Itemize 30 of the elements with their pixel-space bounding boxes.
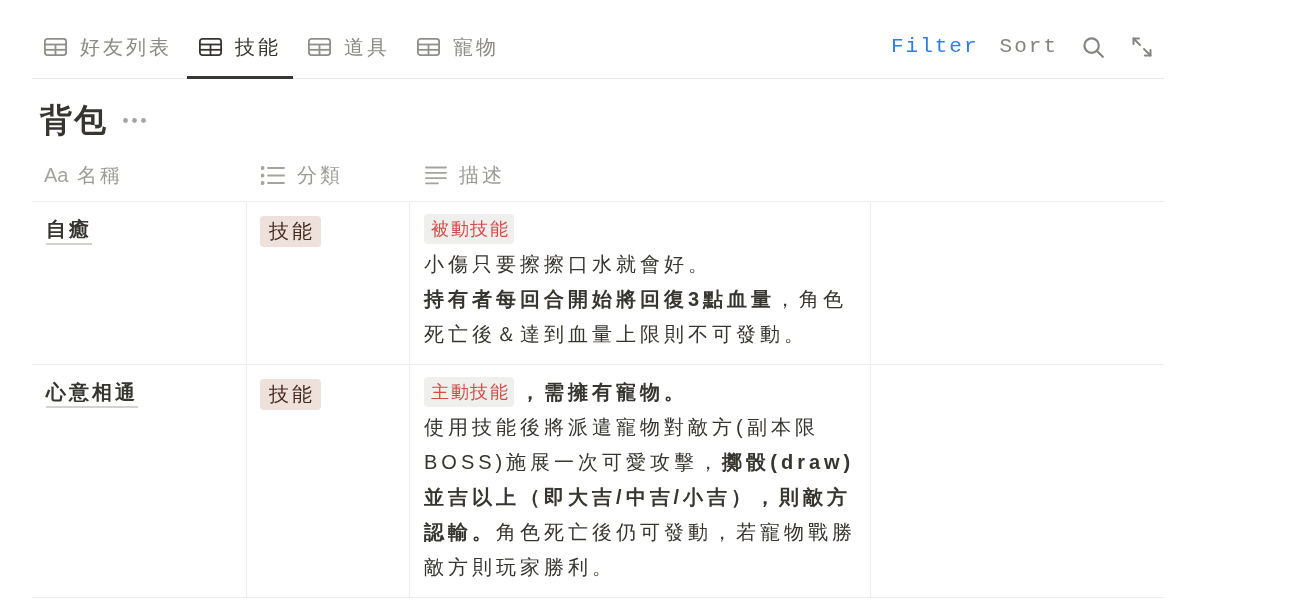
category-tag: 技能 <box>260 216 321 247</box>
column-header[interactable]: Aa 名稱 <box>44 160 124 190</box>
description-note: ，需擁有寵物。 <box>520 381 688 403</box>
tab[interactable]: 好友列表 <box>32 18 184 79</box>
tab[interactable]: 道具 <box>296 18 402 79</box>
table-icon <box>308 38 331 56</box>
tab[interactable]: 技能 <box>187 18 293 79</box>
expand-icon[interactable] <box>1132 37 1152 57</box>
tab[interactable]: 寵物 <box>405 18 511 79</box>
database-title: 背包 <box>40 101 108 140</box>
skill-type-tag: 被動技能 <box>424 213 514 244</box>
column-header[interactable]: 分類 <box>261 160 343 190</box>
description-text: 持有者每回合開始將回復3點血量，角色死亡後＆達到血量上限則不可發動。 <box>424 287 849 347</box>
table-icon <box>417 38 440 56</box>
search-icon[interactable] <box>1083 36 1104 58</box>
row-title[interactable]: 心意相通 <box>46 381 138 403</box>
letters-icon: Aa <box>44 160 69 190</box>
skill-type-tag: 主動技能 <box>424 376 514 407</box>
description-text: 小傷只要擦擦口水就會好。 <box>424 252 713 277</box>
table-icon <box>44 38 67 56</box>
table-icon <box>199 38 222 56</box>
filter-button[interactable]: Filter <box>890 33 979 61</box>
category-tag: 技能 <box>260 379 321 410</box>
sort-button[interactable]: Sort <box>999 33 1058 61</box>
text-lines-icon <box>425 165 447 185</box>
row-title[interactable]: 自癒 <box>46 218 92 240</box>
column-header[interactable]: 描述 <box>425 160 505 190</box>
list-icon <box>261 165 285 185</box>
more-icon[interactable] <box>123 117 146 123</box>
description-text: 使用技能後將派遣寵物對敵方(副本限BOSS)施展一次可愛攻擊，擲骰(draw)並吉以上（即大吉/中吉/小吉），則敵方認輸。角色死亡後仍可發動，若寵物戰勝敵方則玩家勝利。 <box>424 415 857 580</box>
